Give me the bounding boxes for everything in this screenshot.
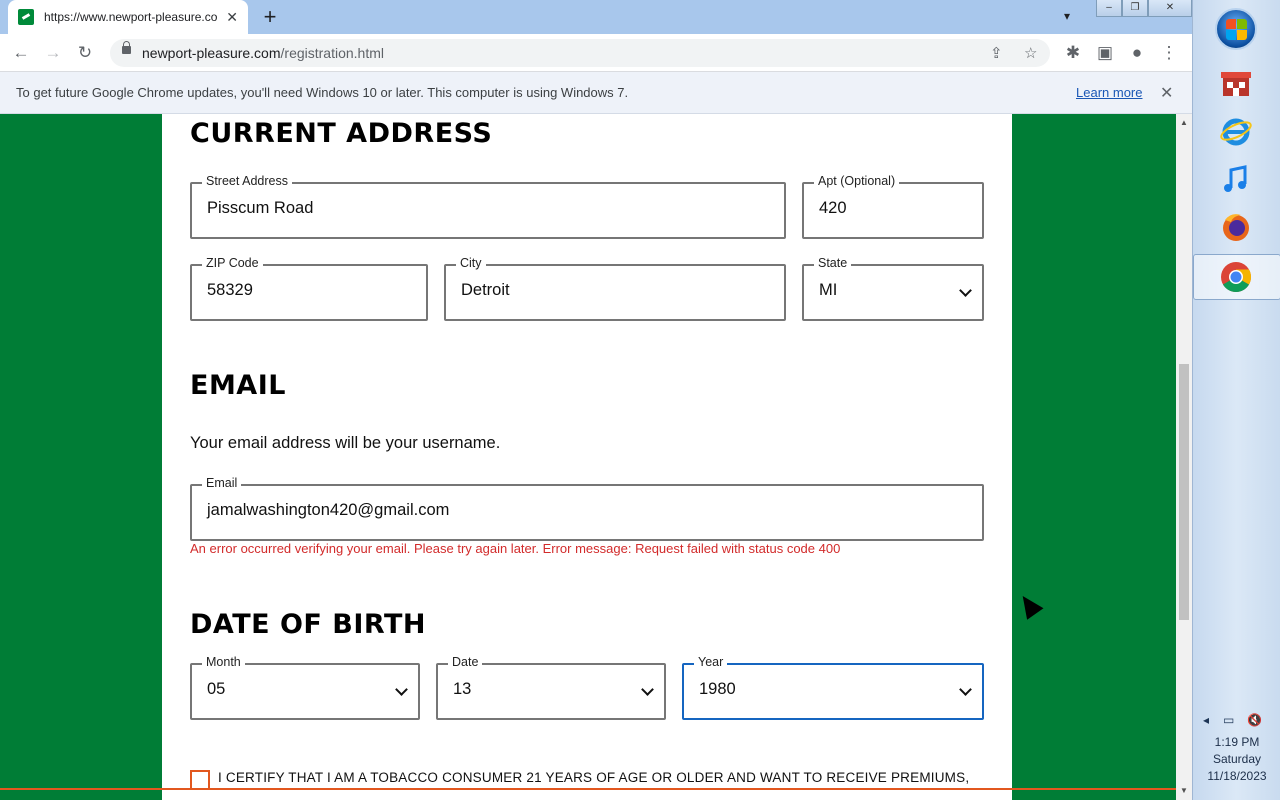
- bookmark-star-icon[interactable]: ☆: [1024, 44, 1037, 62]
- scroll-up-arrow-icon[interactable]: ▲: [1180, 118, 1188, 127]
- street-address-value[interactable]: Pisscum Road: [207, 199, 313, 218]
- street-address-field[interactable]: Street Address Pisscum Road: [190, 174, 786, 239]
- tab-strip: https://www.newport-pleasure.co ✕ + ▾: [0, 0, 1192, 34]
- state-value[interactable]: MI: [819, 281, 837, 300]
- menu-kebab-icon[interactable]: ⋮: [1158, 42, 1180, 64]
- store-icon[interactable]: [1219, 66, 1253, 100]
- new-tab-button[interactable]: +: [258, 5, 282, 29]
- city-value[interactable]: Detroit: [461, 281, 510, 300]
- back-button[interactable]: ←: [10, 42, 32, 64]
- address-bar[interactable]: newport-pleasure.com/registration.html ⇪…: [110, 39, 1050, 67]
- registration-form: CURRENT ADDRESS Street Address Pisscum R…: [162, 114, 1012, 800]
- firefox-icon[interactable]: [1219, 210, 1253, 244]
- email-error-message: An error occurred verifying your email. …: [190, 541, 841, 556]
- profile-avatar[interactable]: ●: [1126, 42, 1148, 64]
- scroll-down-arrow-icon[interactable]: ▼: [1180, 786, 1188, 795]
- apt-value[interactable]: 420: [819, 199, 847, 218]
- restore-button[interactable]: ❐: [1122, 0, 1148, 17]
- date-label: Date: [448, 655, 483, 669]
- clock-day[interactable]: Saturday: [1193, 752, 1280, 766]
- email-value[interactable]: jamalwashington420@gmail.com: [207, 501, 449, 520]
- year-label: Year: [694, 655, 728, 669]
- email-subtext: Your email address will be your username…: [190, 434, 501, 452]
- clock-time[interactable]: 1:19 PM: [1193, 735, 1280, 749]
- page-bottom-divider: [0, 788, 1176, 790]
- street-address-label: Street Address: [202, 174, 292, 188]
- system-tray: ◂ ▭ 🔇 1:19 PM Saturday 11/18/2023: [1193, 705, 1280, 800]
- month-value[interactable]: 05: [207, 680, 225, 699]
- date-select[interactable]: Date 13: [436, 655, 666, 720]
- city-label: City: [456, 256, 486, 270]
- volume-muted-icon[interactable]: 🔇: [1247, 713, 1262, 727]
- update-infobar: To get future Google Chrome updates, you…: [0, 72, 1192, 114]
- zip-code-label: ZIP Code: [202, 256, 263, 270]
- year-select[interactable]: Year 1980: [682, 655, 984, 720]
- music-player-icon[interactable]: [1219, 162, 1253, 196]
- extensions-puzzle-icon[interactable]: ✱: [1062, 42, 1084, 64]
- year-value[interactable]: 1980: [699, 680, 736, 699]
- zip-code-field[interactable]: ZIP Code 58329: [190, 256, 428, 321]
- chevron-down-icon[interactable]: [641, 683, 654, 696]
- lock-icon[interactable]: [122, 41, 131, 54]
- city-field[interactable]: City Detroit: [444, 256, 786, 321]
- tab-search-chevron-icon[interactable]: ▾: [1064, 9, 1070, 23]
- learn-more-link[interactable]: Learn more: [1076, 85, 1142, 100]
- start-button[interactable]: [1215, 8, 1257, 50]
- zip-code-value[interactable]: 58329: [207, 281, 253, 300]
- month-select[interactable]: Month 05: [190, 655, 420, 720]
- windows-taskbar: ◂ ▭ 🔇 1:19 PM Saturday 11/18/2023: [1192, 0, 1280, 800]
- chrome-icon[interactable]: [1219, 260, 1253, 294]
- page-scrollbar[interactable]: ▲ ▼: [1176, 114, 1192, 800]
- date-value[interactable]: 13: [453, 680, 471, 699]
- site-favicon-icon: [18, 9, 34, 25]
- close-tab-icon[interactable]: ✕: [226, 9, 238, 26]
- tab-title: https://www.newport-pleasure.co: [44, 10, 218, 24]
- tray-expand-arrow-icon[interactable]: ◂: [1203, 713, 1209, 727]
- current-address-heading: CURRENT ADDRESS: [190, 118, 493, 149]
- apt-field[interactable]: Apt (Optional) 420: [802, 174, 984, 239]
- chevron-down-icon[interactable]: [395, 683, 408, 696]
- scrollbar-thumb[interactable]: [1179, 364, 1189, 620]
- apt-label: Apt (Optional): [814, 174, 900, 188]
- network-icon[interactable]: ▭: [1223, 713, 1234, 727]
- infobar-message: To get future Google Chrome updates, you…: [16, 85, 629, 100]
- certify-label[interactable]: I CERTIFY THAT I AM A TOBACCO CONSUMER 2…: [218, 770, 969, 785]
- email-field[interactable]: Email jamalwashington420@gmail.com: [190, 476, 984, 541]
- chevron-down-icon[interactable]: [959, 683, 972, 696]
- window-controls: – ❐ ✕: [1096, 0, 1192, 18]
- minimize-button[interactable]: –: [1096, 0, 1122, 17]
- side-panel-icon[interactable]: ▣: [1094, 42, 1116, 64]
- reload-button[interactable]: ↻: [74, 42, 96, 64]
- internet-explorer-icon[interactable]: [1219, 114, 1253, 148]
- browser-toolbar: ← → ↻ newport-pleasure.com/registration.…: [0, 34, 1192, 72]
- email-heading: EMAIL: [190, 370, 286, 401]
- url-text[interactable]: newport-pleasure.com/registration.html: [142, 45, 384, 61]
- browser-tab[interactable]: https://www.newport-pleasure.co ✕: [8, 0, 248, 34]
- certify-checkbox[interactable]: [190, 770, 210, 790]
- state-select[interactable]: State MI: [802, 256, 984, 321]
- state-label: State: [814, 256, 852, 270]
- forward-button[interactable]: →: [42, 42, 64, 64]
- infobar-close-icon[interactable]: ✕: [1160, 83, 1173, 103]
- share-icon[interactable]: ⇪: [990, 44, 1003, 62]
- page-background: CURRENT ADDRESS Street Address Pisscum R…: [0, 114, 1176, 800]
- chevron-down-icon[interactable]: [959, 284, 972, 297]
- close-window-button[interactable]: ✕: [1148, 0, 1192, 17]
- email-label: Email: [202, 476, 242, 490]
- date-of-birth-heading: DATE OF BIRTH: [190, 609, 426, 640]
- clock-date[interactable]: 11/18/2023: [1193, 769, 1280, 783]
- month-label: Month: [202, 655, 245, 669]
